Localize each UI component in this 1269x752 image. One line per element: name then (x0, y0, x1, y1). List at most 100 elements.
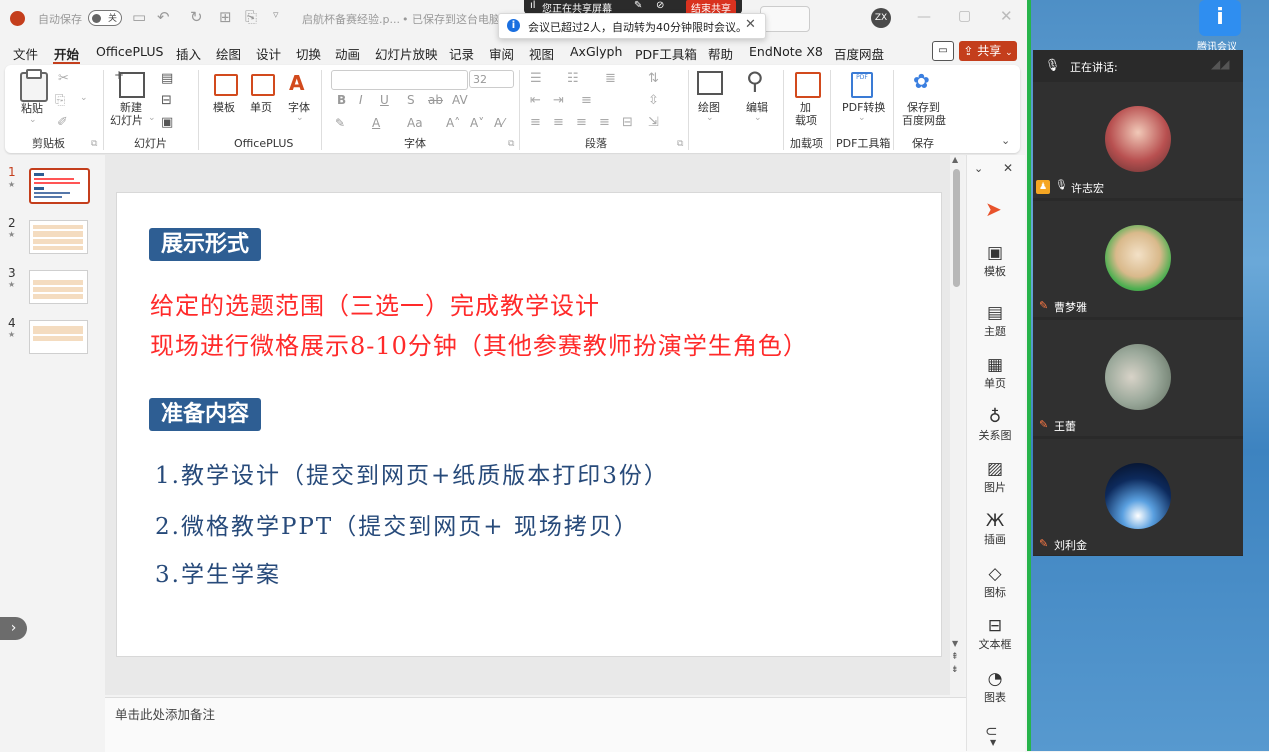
format-painter-icon[interactable]: ✐ (57, 115, 68, 130)
underline-icon[interactable]: U (380, 93, 389, 107)
find-icon[interactable]: ⚲ (746, 67, 764, 95)
pdf-convert-dropdown-icon[interactable]: ⌄ (858, 113, 866, 123)
slide-thumbnail[interactable] (29, 320, 88, 354)
menu-draw[interactable]: 绘图 (216, 44, 241, 63)
strikethrough-icon[interactable]: ab (428, 93, 443, 107)
template-label[interactable]: 模板 (213, 101, 235, 114)
distribute-icon[interactable]: ⊟ (622, 115, 633, 130)
save-to-label-1[interactable]: 保存到 (907, 101, 940, 114)
columns-icon[interactable]: ≡ (581, 93, 592, 108)
participant-tile[interactable]: ♟ 🎙 许志宏 (1033, 82, 1243, 198)
panel-item-template[interactable]: ▣ 模板 (966, 243, 1024, 279)
customize-dropdown-icon[interactable]: ▿ (273, 8, 279, 21)
panel-item-chart[interactable]: ◔ 图表 (966, 669, 1024, 705)
increase-indent-icon[interactable]: ⇥ (553, 93, 564, 108)
editing-dropdown-icon[interactable]: ⌄ (754, 113, 762, 123)
layout-icon[interactable]: ▤ (161, 71, 173, 86)
panel-item-single-page[interactable]: ▦ 单页 (966, 355, 1024, 391)
paste-label[interactable]: 粘贴 (21, 102, 43, 115)
drawing-shapes-icon[interactable] (697, 71, 723, 95)
maximize-icon[interactable]: ▢ (958, 8, 971, 24)
search-box[interactable] (760, 6, 810, 32)
new-slide-label-2[interactable]: 幻灯片 (110, 114, 143, 127)
collapse-ribbon-icon[interactable]: ⌄ (1001, 134, 1010, 147)
panel-collapse-icon[interactable]: ⌄ (974, 162, 983, 175)
line-spacing-icon[interactable]: ≣ (605, 71, 616, 86)
panel-item-theme[interactable]: ▤ 主题 (966, 303, 1024, 339)
addins-icon[interactable] (795, 72, 821, 98)
save-icon[interactable]: ▭ (132, 8, 146, 26)
next-slide-icon[interactable]: ⇟ (951, 665, 959, 675)
menu-slideshow[interactable]: 幻灯片放映 (375, 44, 438, 63)
heading-presentation-format[interactable]: 展示形式 (149, 228, 262, 261)
align-center-icon[interactable]: ≡ (553, 115, 564, 130)
slide-canvas[interactable]: 展示形式 给定的选题范围（三选一）完成教学设计 现场进行微格展示8-10分钟（其… (116, 192, 942, 657)
menu-home[interactable]: 开始 (54, 44, 79, 63)
decrease-indent-icon[interactable]: ⇤ (530, 93, 541, 108)
panel-item-relationship[interactable]: ♁ 关系图 (966, 407, 1024, 443)
participant-tile[interactable]: ✎ 王蕾 (1033, 320, 1243, 436)
menu-review[interactable]: 审阅 (489, 44, 514, 63)
scroll-down-icon[interactable]: ▼ (952, 639, 958, 648)
clear-format-icon[interactable]: A⁄ (494, 116, 504, 130)
panel-scroll-down-icon[interactable]: ▼ (990, 738, 996, 747)
paste-dropdown-icon[interactable]: ⌄ (29, 115, 37, 125)
undo-icon[interactable]: ↶ (157, 8, 170, 26)
panel-item-illustration[interactable]: Ж 插画 (966, 511, 1024, 547)
panel-item-image[interactable]: ▨ 图片 (966, 459, 1024, 495)
addins-label-2[interactable]: 载项 (795, 114, 817, 127)
pdf-convert-icon[interactable]: PDF (851, 72, 873, 98)
cut-icon[interactable]: ✂ (58, 71, 69, 86)
font-size-select[interactable]: 32 (469, 70, 514, 88)
single-page-label[interactable]: 单页 (250, 101, 272, 114)
drawing-dropdown-icon[interactable]: ⌄ (706, 113, 714, 123)
hide-icon[interactable]: ⊘ (656, 0, 664, 11)
bold-icon[interactable]: B (337, 93, 346, 107)
menu-transitions[interactable]: 切换 (296, 44, 321, 63)
slide-text-line-2[interactable]: 现场进行微格展示8-10分钟（其他参赛教师扮演学生角色） (150, 326, 808, 361)
comments-icon[interactable]: ▭ (932, 41, 954, 61)
notes-pane[interactable]: 单击此处添加备注 (105, 697, 1025, 752)
scroll-up-icon[interactable]: ▲ (952, 155, 958, 164)
slide-list-item-2[interactable]: 2.微格教学PPT（提交到网页+ 现场拷贝） (155, 507, 639, 541)
shadow-icon[interactable]: S (407, 93, 415, 107)
menu-pdf-toolbox[interactable]: PDF工具箱 (635, 44, 697, 63)
menu-design[interactable]: 设计 (256, 44, 281, 63)
participant-tile[interactable]: ✎ 刘利金 (1033, 439, 1243, 555)
new-slide-label-1[interactable]: 新建 (120, 101, 142, 114)
expand-panel-button[interactable]: › (0, 617, 27, 640)
redo-icon[interactable]: ↻ (190, 8, 203, 26)
paragraph-launcher-icon[interactable]: ⧉ (677, 139, 683, 149)
menu-axglyph[interactable]: AxGlyph (570, 44, 622, 59)
new-file-icon[interactable]: ⎘ (245, 8, 257, 26)
single-page-icon[interactable] (251, 74, 275, 96)
slide-thumbnail[interactable] (29, 168, 90, 204)
font-tool-icon[interactable]: A (289, 71, 304, 95)
panel-close-icon[interactable]: ✕ (1003, 161, 1013, 175)
menu-insert[interactable]: 插入 (176, 44, 201, 63)
highlighter-icon[interactable]: ✎ (335, 116, 345, 130)
align-left-icon[interactable]: ≡ (530, 115, 541, 130)
autosave-toggle[interactable]: 关 (88, 10, 122, 26)
menu-endnote[interactable]: EndNote X8 (749, 44, 823, 59)
font-name-select[interactable] (331, 70, 468, 90)
panel-item-textbox[interactable]: ⊟ 文本框 (966, 616, 1024, 652)
shrink-font-icon[interactable]: A˅ (470, 116, 484, 130)
numbering-icon[interactable]: ☷ (567, 71, 579, 86)
menu-help[interactable]: 帮助 (708, 44, 733, 63)
italic-icon[interactable]: I (359, 93, 363, 107)
share-button[interactable]: ⇪ 共享 ⌄ (959, 41, 1017, 61)
text-direction-icon[interactable]: ⇳ (648, 93, 659, 108)
toast-close-icon[interactable]: ✕ (745, 17, 756, 32)
slide-thumbnail[interactable] (29, 270, 88, 304)
align-text-icon[interactable]: ⇲ (648, 115, 659, 130)
close-window-icon[interactable]: ✕ (1000, 7, 1013, 25)
grow-font-icon[interactable]: A˄ (446, 116, 460, 130)
new-slide-dropdown-icon[interactable]: ⌄ (148, 113, 156, 123)
slide-thumbnail[interactable] (29, 220, 88, 254)
baidu-cloud-icon[interactable]: ✿ (913, 69, 930, 93)
font-launcher-icon[interactable]: ⧉ (508, 139, 514, 149)
previous-slide-icon[interactable]: ⇞ (951, 652, 959, 662)
heading-preparation[interactable]: 准备内容 (149, 398, 262, 431)
menu-officeplus[interactable]: OfficePLUS (96, 44, 163, 59)
